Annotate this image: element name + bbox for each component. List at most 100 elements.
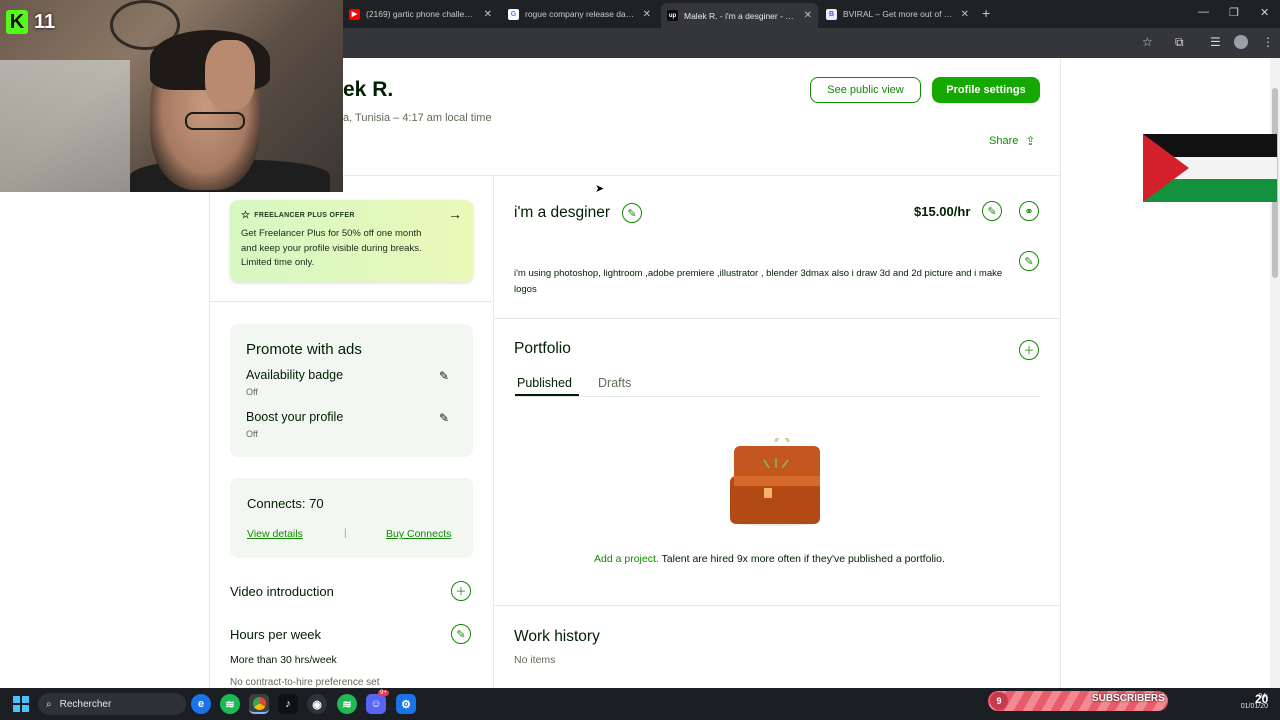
- edge-browser-icon[interactable]: e: [191, 694, 211, 714]
- edit-availability-pencil-icon[interactable]: ✎: [439, 369, 449, 383]
- taskbar-search-input[interactable]: ⌕ Rechercher: [38, 693, 186, 715]
- bookmark-star-icon[interactable]: ☆: [1142, 35, 1153, 49]
- offer-badge: FREELANCER PLUS OFFER: [254, 212, 355, 219]
- tab-bviral[interactable]: B BVIRAL – Get more out of every ✕: [820, 3, 975, 25]
- edit-overview-pencil-icon[interactable]: ✎: [1019, 251, 1039, 271]
- offer-header: ☆ FREELANCER PLUS OFFER: [241, 210, 355, 221]
- offer-text: Get Freelancer Plus for 50% off one mont…: [241, 228, 422, 268]
- edit-rate-pencil-icon[interactable]: ✎: [982, 201, 1002, 221]
- profile-avatar-icon[interactable]: [1234, 35, 1248, 49]
- work-history-empty: No items: [514, 654, 556, 666]
- minimize-icon[interactable]: —: [1198, 6, 1209, 18]
- boost-profile-label: Boost your profile: [246, 410, 344, 424]
- bviral-icon: B: [826, 8, 837, 20]
- webcam-person-glasses: [185, 112, 245, 130]
- app-launcher-icon[interactable]: ⚙: [396, 694, 416, 714]
- profile-location: a, Tunisia – 4:17 am local time: [343, 112, 492, 124]
- tab-title: (2169) gartic phone challenge: [366, 9, 476, 19]
- tab-upwork-active[interactable]: up Malek R. - i'm a desginer - Upw ✕: [661, 3, 818, 28]
- boost-profile-value: Off: [246, 429, 258, 439]
- close-tab-icon[interactable]: ✕: [961, 9, 969, 20]
- discord-badge: 9+: [378, 690, 389, 696]
- connects-separator: |: [344, 528, 347, 539]
- tab-drafts[interactable]: Drafts: [598, 376, 631, 390]
- portfolio-title: Portfolio: [514, 340, 571, 357]
- profile-settings-button[interactable]: Profile settings: [932, 77, 1040, 103]
- profile-overview: i'm using photoshop, lightroom ,adobe pr…: [514, 268, 1003, 295]
- tab-title: Malek R. - i'm a desginer - Upw: [684, 10, 796, 21]
- share-label: Share: [989, 135, 1019, 147]
- maximize-icon[interactable]: ❐: [1229, 6, 1239, 19]
- edit-boost-pencil-icon[interactable]: ✎: [439, 411, 449, 425]
- google-icon: G: [508, 8, 519, 20]
- add-portfolio-plus-icon[interactable]: ＋: [1019, 340, 1039, 360]
- search-icon: ⌕: [46, 698, 52, 710]
- youtube-icon: ▶: [349, 8, 360, 20]
- viewer-count: 11: [34, 10, 56, 33]
- see-public-view-button[interactable]: See public view: [810, 77, 921, 103]
- add-project-link[interactable]: Add a project.: [594, 553, 659, 565]
- palestine-flag-overlay: [1143, 134, 1277, 202]
- spotify-icon[interactable]: ≋: [220, 694, 240, 714]
- availability-badge-label: Availability badge: [246, 368, 344, 382]
- profile-name: ek R.: [343, 78, 394, 101]
- arrow-right-icon[interactable]: →: [448, 206, 462, 222]
- streamer-webcam-overlay: K 11: [0, 0, 343, 192]
- media-control-icon[interactable]: ☰: [1210, 35, 1221, 49]
- chrome-icon[interactable]: [249, 694, 269, 714]
- windows-start-icon[interactable]: [11, 694, 31, 714]
- edit-headline-pencil-icon[interactable]: ✎: [622, 203, 642, 223]
- copy-link-icon[interactable]: ⚭: [1019, 201, 1039, 221]
- portfolio-divider: [493, 605, 1060, 606]
- connects-count: Connects: 70: [247, 496, 324, 511]
- obs-icon[interactable]: ◉: [307, 694, 327, 714]
- tiktok-icon[interactable]: ♪: [278, 694, 298, 714]
- work-history-title: Work history: [514, 628, 600, 645]
- discord-icon[interactable]: ☺: [366, 694, 386, 714]
- tab-google[interactable]: G rogue company release date - G ✕: [502, 3, 657, 25]
- mouse-cursor-icon: ➤: [595, 183, 605, 195]
- extensions-icon[interactable]: ⧉: [1175, 35, 1184, 50]
- tab-published[interactable]: Published: [517, 376, 572, 390]
- profile-headline: i'm a desginer: [514, 204, 611, 221]
- kick-logo-icon: K: [6, 10, 28, 34]
- subscriber-count: 9: [990, 692, 1008, 710]
- buy-connects-link[interactable]: Buy Connects: [386, 528, 451, 540]
- kick-viewer-badge: K 11: [6, 10, 55, 34]
- availability-badge-value: Off: [246, 387, 258, 397]
- share-button[interactable]: Share ⇪: [989, 134, 1035, 148]
- upwork-icon: up: [667, 10, 678, 21]
- tab-youtube[interactable]: ▶ (2169) gartic phone challenge ✕: [343, 3, 498, 25]
- tab-title: BVIRAL – Get more out of every: [843, 9, 953, 19]
- star-icon: ☆: [241, 210, 251, 221]
- view-details-link[interactable]: View details: [247, 528, 303, 540]
- contract-preference: No contract-to-hire preference set: [230, 677, 380, 688]
- portfolio-tabs-divider: [514, 396, 1040, 397]
- new-tab-button[interactable]: +: [982, 5, 990, 21]
- webcam-person-hand: [205, 40, 255, 110]
- portfolio-hint: Talent are hired 9x more often if they'v…: [658, 553, 945, 565]
- edit-hours-pencil-icon[interactable]: ✎: [451, 624, 471, 644]
- sidebar-divider: [209, 301, 493, 302]
- column-divider: [493, 175, 494, 688]
- freelancer-plus-offer-card[interactable]: ☆ FREELANCER PLUS OFFER → Get Freelancer…: [230, 200, 473, 282]
- promote-ads-card: Promote with ads Availability badge Off …: [230, 324, 473, 457]
- overview-divider: [493, 318, 1060, 319]
- promote-title: Promote with ads: [246, 341, 362, 358]
- empty-portfolio-briefcase-icon: [730, 438, 820, 526]
- connects-card: Connects: 70 View details | Buy Connects: [230, 478, 473, 558]
- close-tab-icon[interactable]: ✕: [643, 9, 651, 20]
- window-close-icon[interactable]: ✕: [1260, 6, 1269, 19]
- close-tab-icon[interactable]: ✕: [804, 10, 812, 21]
- hourly-rate: $15.00/hr: [914, 204, 971, 219]
- close-tab-icon[interactable]: ✕: [484, 9, 492, 20]
- share-icon: ⇪: [1025, 134, 1036, 148]
- webcam-background-wall: [0, 60, 130, 192]
- right-border: [1060, 58, 1061, 688]
- add-video-plus-icon[interactable]: ＋: [451, 581, 471, 601]
- spotify-2-icon[interactable]: ≋: [337, 694, 357, 714]
- browser-menu-icon[interactable]: ⋮: [1262, 35, 1274, 49]
- hours-per-week-label: Hours per week: [230, 627, 322, 642]
- search-placeholder: Rechercher: [59, 698, 112, 710]
- hours-per-week-value: More than 30 hrs/week: [230, 654, 337, 666]
